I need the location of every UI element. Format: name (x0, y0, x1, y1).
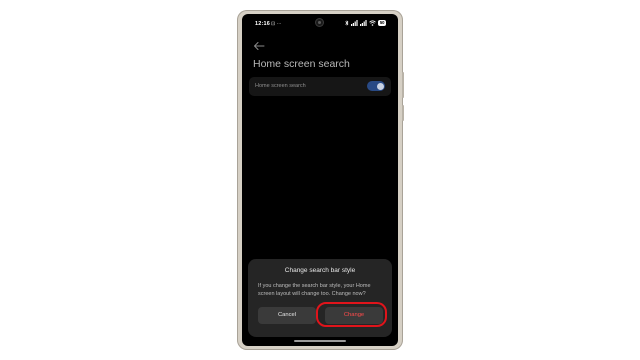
cancel-button[interactable]: Cancel (258, 307, 316, 324)
signal-icon-secondary (360, 20, 367, 26)
front-camera (316, 19, 323, 26)
back-arrow-icon[interactable] (253, 38, 265, 50)
status-time: 12:16 (255, 21, 271, 27)
change-button-highlight (316, 302, 387, 327)
power-button (402, 105, 404, 121)
notification-icons: ⊡ ··· (271, 21, 282, 27)
stage: 12:16 ⊡ ··· 50 Home screen search Home s… (0, 0, 640, 360)
status-icons: 50 (345, 20, 386, 26)
phone-screen: 12:16 ⊡ ··· 50 Home screen search Home s… (242, 14, 398, 346)
battery-icon: 50 (378, 20, 386, 26)
setting-label: Home screen search (255, 83, 306, 89)
page-title: Home screen search (253, 58, 350, 70)
home-indicator[interactable] (294, 340, 346, 342)
toggle-knob (376, 82, 384, 90)
home-screen-search-toggle[interactable] (367, 81, 385, 91)
bluetooth-icon (345, 20, 349, 26)
home-screen-search-setting[interactable]: Home screen search (249, 77, 391, 96)
signal-icon (351, 20, 358, 26)
dialog-title: Change search bar style (284, 267, 356, 274)
volume-button (402, 72, 404, 98)
wifi-icon (369, 20, 377, 26)
status-bar: 12:16 ⊡ ··· 50 (242, 14, 398, 34)
dialog-message: If you change the search bar style, your… (258, 283, 371, 297)
